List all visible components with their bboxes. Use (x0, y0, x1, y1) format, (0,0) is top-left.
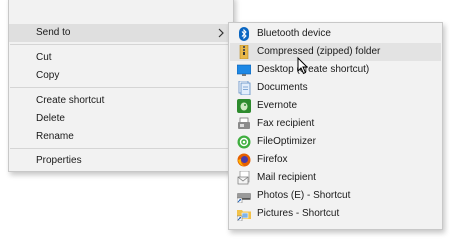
menu-item-label: Create shortcut (36, 95, 105, 106)
send-to-evernote[interactable]: Evernote (230, 97, 441, 115)
evernote-icon (237, 99, 251, 113)
fileoptimizer-icon (237, 135, 251, 149)
menu-item-label: Cut (36, 52, 52, 63)
menu-item-copy[interactable]: Copy (9, 67, 233, 85)
send-to-fax-recipient[interactable]: Fax recipient (230, 115, 441, 133)
menu-item-label: Evernote (257, 100, 298, 111)
mouse-cursor-icon (297, 57, 308, 75)
menu-item-label: Compressed (zipped) folder (257, 46, 381, 57)
menu-item-cut[interactable]: Cut (9, 49, 233, 67)
desktop-icon (237, 64, 251, 76)
send-to-photos-shortcut[interactable]: Photos (E) - Shortcut (230, 187, 441, 205)
menu-item-label: Mail recipient (257, 172, 316, 183)
menu-item-label: Rename (36, 131, 74, 142)
firefox-icon (237, 153, 251, 167)
menu-item-label: Fax recipient (257, 118, 315, 129)
menu-item-label: Firefox (257, 154, 288, 165)
menu-item-send-to[interactable]: Send to (9, 24, 233, 42)
send-to-pictures-shortcut[interactable]: Pictures - Shortcut (230, 205, 441, 223)
send-to-firefox[interactable]: Firefox (230, 151, 441, 169)
menu-item-label: Photos (E) - Shortcut (257, 190, 351, 201)
documents-icon (238, 81, 251, 95)
menu-item-label: FileOptimizer (257, 136, 316, 147)
menu-item-label: Copy (36, 70, 60, 81)
zip-folder-icon (239, 45, 249, 59)
menu-item-label: Documents (257, 82, 308, 93)
menu-item-label: Bluetooth device (257, 28, 331, 39)
menu-item-label: Desktop (create shortcut) (257, 64, 370, 75)
menu-item-label: Delete (36, 113, 65, 124)
send-to-bluetooth-device[interactable]: Bluetooth device (230, 25, 441, 43)
fax-icon (238, 117, 250, 129)
send-to-compressed-folder[interactable]: Compressed (zipped) folder (230, 43, 441, 61)
context-menu: Send to Cut Copy Create shortcut Delete … (8, 0, 234, 172)
menu-item-delete[interactable]: Delete (9, 110, 233, 128)
menu-item-rename[interactable]: Rename (9, 128, 233, 146)
menu-item-create-shortcut[interactable]: Create shortcut (9, 92, 233, 110)
menu-item-label: Properties (36, 155, 82, 166)
send-to-desktop[interactable]: Desktop (create shortcut) (230, 61, 441, 79)
menu-separator (10, 148, 232, 149)
bluetooth-icon (239, 27, 249, 41)
send-to-submenu: Bluetooth device Compressed (zipped) fol… (228, 22, 443, 230)
send-to-documents[interactable]: Documents (230, 79, 441, 97)
menu-item-label: Pictures - Shortcut (257, 208, 340, 219)
menu-item-properties[interactable]: Properties (9, 152, 233, 170)
pictures-shortcut-icon (237, 210, 251, 221)
send-to-fileoptimizer[interactable]: FileOptimizer (230, 133, 441, 151)
send-to-mail-recipient[interactable]: Mail recipient (230, 169, 441, 187)
menu-separator (10, 87, 232, 88)
menu-item-label: Send to (36, 27, 71, 38)
photos-shortcut-icon (237, 193, 251, 203)
menu-separator (10, 44, 232, 45)
mail-icon (237, 171, 250, 185)
chevron-right-icon (218, 28, 224, 38)
